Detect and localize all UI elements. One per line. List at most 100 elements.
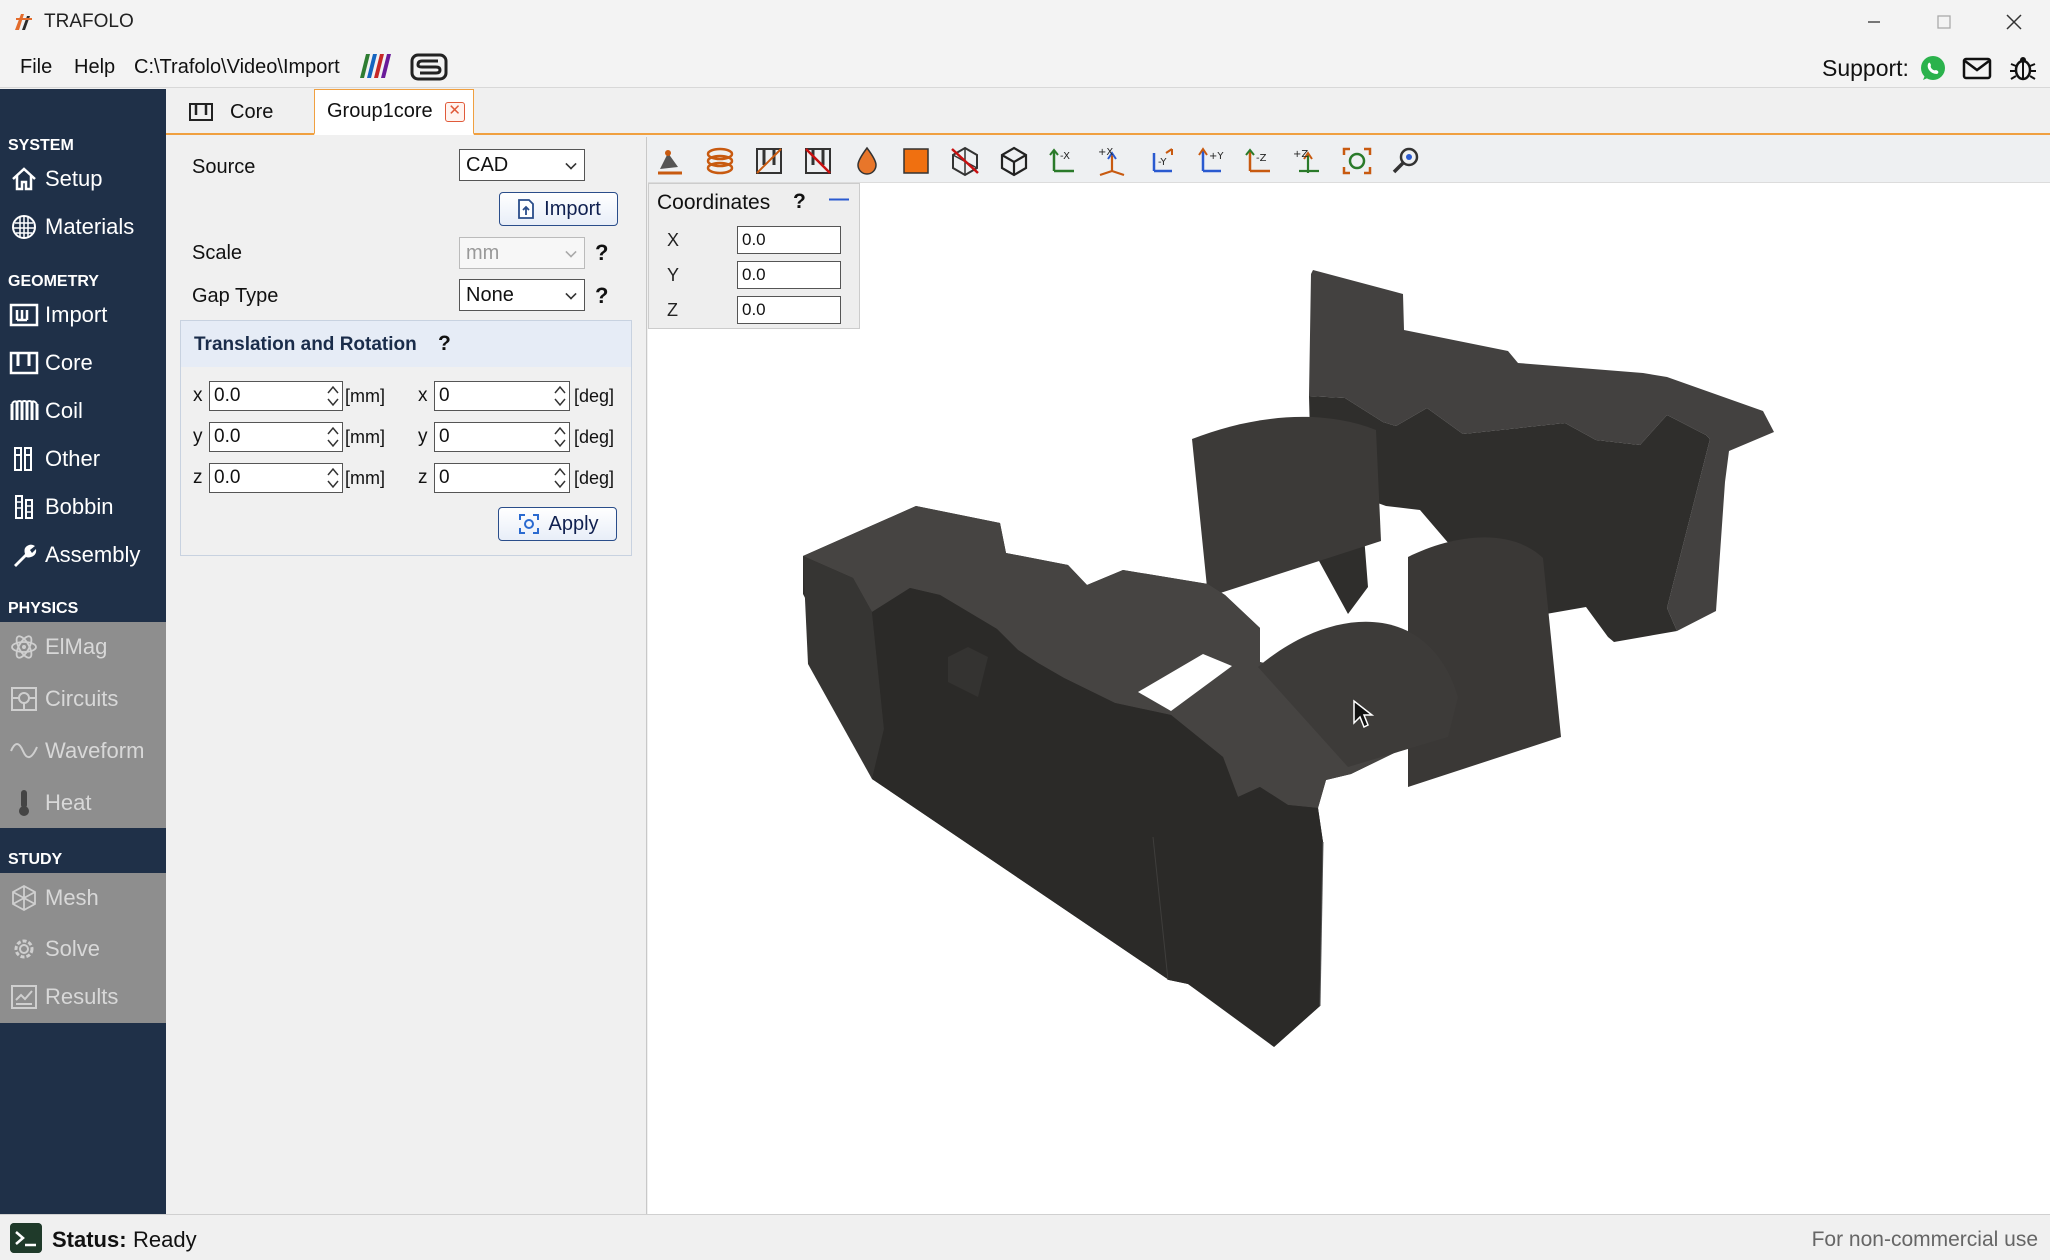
coordinates-panel: Coordinates ? — X 0.0 Y 0.0 Z 0.0 [648,183,860,329]
svg-text:+X: +X [1098,147,1113,158]
script-logo-icon[interactable] [410,52,448,82]
results-chart-icon [7,982,41,1012]
sidebar-item-solve[interactable]: Solve [0,927,166,971]
sidebar-item-core[interactable]: Core [0,341,166,385]
sidebar-item-other[interactable]: Other [0,437,166,481]
spin-arrows-icon[interactable] [553,425,567,449]
gap-type-help-icon[interactable]: ? [595,283,608,309]
minimize-icon [1868,21,1880,23]
menu-file[interactable]: File [20,56,52,79]
import-core-icon [7,300,41,330]
maximize-button[interactable] [1914,6,1974,38]
sidebar-item-setup[interactable]: Setup [0,157,166,201]
fit-view-icon[interactable] [1340,145,1374,177]
circuit-icon [7,684,41,714]
coil-view-icon[interactable] [703,145,737,177]
drop-material-icon[interactable] [850,145,884,177]
color-bars-logo-icon[interactable] [356,52,392,80]
sidebar-item-bobbin[interactable]: Bobbin [0,485,166,529]
menu-help[interactable]: Help [74,56,115,79]
tab-group1core[interactable]: Group1core ✕ [314,89,474,135]
spin-arrows-icon[interactable] [553,384,567,408]
svg-text:+Y: +Y [1209,151,1224,162]
close-icon [2006,14,2022,30]
source-value: CAD [466,153,509,176]
solid-view-icon[interactable] [899,145,933,177]
maximize-icon [1937,15,1951,29]
translation-y-unit: [mm] [345,427,385,447]
apply-button[interactable]: Apply [498,507,617,541]
view-plus-x-icon[interactable]: +X [1095,145,1129,177]
translation-x-axis-label: x [193,385,203,406]
import-button-label: Import [544,197,601,220]
gap-type-select[interactable]: None [459,279,585,311]
bug-report-icon[interactable] [2008,53,2038,83]
sidebar-item-waveform[interactable]: Waveform [0,729,166,773]
coordinate-x-field[interactable]: 0.0 [737,226,841,254]
atom-icon [7,632,41,662]
spin-arrows-icon[interactable] [326,466,340,490]
view-plus-y-icon[interactable]: +Y [1193,145,1227,177]
sidebar-item-label: Other [45,446,101,471]
sidebar-item-results[interactable]: Results [0,975,166,1019]
minimize-button[interactable] [1844,6,1904,38]
whatsapp-icon[interactable] [1918,53,1948,83]
group-title: Translation and Rotation [194,334,417,355]
view-minus-y-icon[interactable]: -Y [1144,145,1178,177]
coordinates-help-icon[interactable]: ? [793,190,806,214]
translation-y-spinbox[interactable]: 0.0 [209,422,343,452]
sidebar-item-circuits[interactable]: Circuits [0,677,166,721]
import-button[interactable]: Import [499,192,618,226]
tab-core[interactable]: Core [176,89,308,135]
mesh-icon [7,883,41,913]
sidebar-item-assembly[interactable]: Assembly [0,533,166,577]
cut-plane-icon[interactable] [801,145,835,177]
sidebar-item-coil[interactable]: Coil [0,389,166,433]
materials-grid-icon [7,212,41,242]
sidebar-item-label: Setup [45,166,103,191]
view-plus-z-icon[interactable]: +Z [1291,145,1325,177]
zoom-area-icon[interactable] [1389,145,1423,177]
rotation-y-spinbox[interactable]: 0 [434,422,570,452]
sidebar-item-materials[interactable]: Materials [0,205,166,249]
sidebar-item-import[interactable]: Import [0,293,166,337]
coordinate-z-field[interactable]: 0.0 [737,296,841,324]
source-select[interactable]: CAD [459,149,585,181]
isometric-view-icon[interactable] [997,145,1031,177]
coordinate-y-field[interactable]: 0.0 [737,261,841,289]
coordinates-title: Coordinates [657,191,771,214]
view-minus-z-icon[interactable]: -Z [1242,145,1276,177]
section-view-icon[interactable] [752,145,786,177]
core-icon [7,348,41,378]
coil-icon [7,396,41,426]
source-label: Source [192,156,256,178]
spin-arrows-icon[interactable] [553,466,567,490]
mail-icon[interactable] [1962,53,1992,83]
view-minus-x-icon[interactable]: -X [1046,145,1080,177]
coordinate-z-label: Z [667,300,678,320]
rotation-z-value: 0 [439,467,450,488]
coordinate-z-value: 0.0 [742,300,766,319]
spin-arrows-icon[interactable] [326,425,340,449]
rotation-z-spinbox[interactable]: 0 [434,463,570,493]
sidebar-item-elmag[interactable]: ElMag [0,625,166,669]
sidebar: SYSTEM Setup Materials GEOMETRY Import C… [0,89,166,1214]
hide-part-icon[interactable] [948,145,982,177]
translation-z-spinbox[interactable]: 0.0 [209,463,343,493]
close-window-button[interactable] [1984,6,2044,38]
scale-select[interactable]: mm [459,237,585,269]
rotation-x-value: 0 [439,385,450,406]
sidebar-item-heat[interactable]: Heat [0,781,166,825]
collapse-icon[interactable]: — [829,188,849,211]
terminal-icon[interactable] [10,1223,42,1253]
translation-help-icon[interactable]: ? [438,332,451,356]
select-part-icon[interactable] [654,145,688,177]
sidebar-item-label: Results [45,984,119,1009]
tab-close-icon[interactable]: ✕ [444,101,465,122]
spin-arrows-icon[interactable] [326,384,340,408]
sidebar-item-mesh[interactable]: Mesh [0,876,166,920]
rotation-x-spinbox[interactable]: 0 [434,381,570,411]
scale-help-icon[interactable]: ? [595,240,608,266]
translation-x-spinbox[interactable]: 0.0 [209,381,343,411]
support-label: Support: [1822,55,1909,81]
